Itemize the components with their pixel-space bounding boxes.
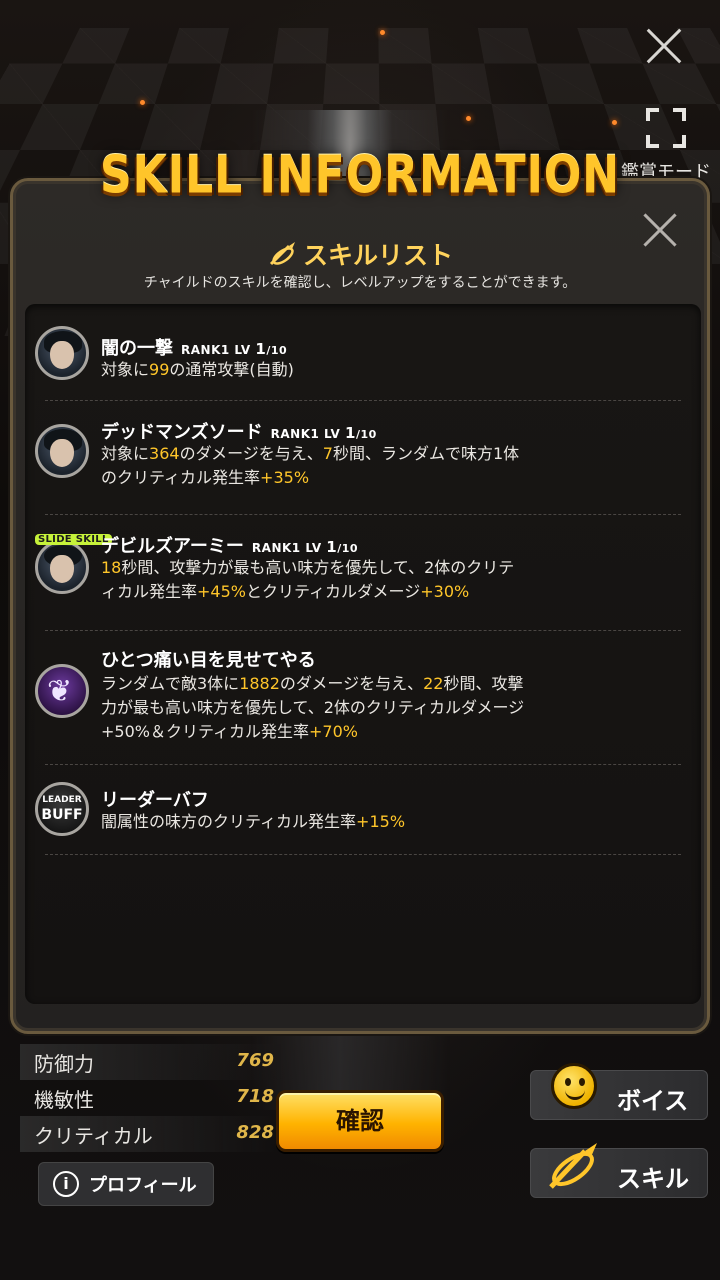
stat-row: クリティカル 828 [20, 1116, 282, 1152]
divider [45, 514, 681, 515]
divider [45, 400, 681, 401]
skill-avatar [35, 326, 89, 380]
voice-button[interactable]: ボイス [530, 1063, 708, 1120]
skill-name: ひとつ痛い目を見せてやる [101, 650, 316, 671]
skill-avatar: ❦ [35, 664, 89, 718]
skill-desc: 対象に99の通常攻撃(自動) [101, 360, 294, 379]
skill-row[interactable]: 闇の一撃 RANK1 LV 1/10 対象に99の通常攻撃(自動) [25, 322, 701, 396]
skill-icon [549, 1143, 597, 1189]
skill-desc: 18秒間、攻撃力が最も高い味方を優先して、2体のクリテ ィカル発生率+45%とクリ… [101, 558, 515, 601]
profile-label: プロフィール [89, 1175, 197, 1196]
skill-row[interactable]: デッドマンズソード RANK1 LV 1/10 対象に364のダメージを与え、7秒… [25, 412, 701, 512]
skill-rank: RANK1 LV 1/10 [181, 340, 288, 358]
voice-label: ボイス [617, 1087, 689, 1115]
skill-avatar [35, 424, 89, 478]
spark [380, 30, 385, 35]
skill-desc: 闇属性の味方のクリティカル発生率+15% [101, 812, 406, 831]
skill-name: リーダーバフ [101, 790, 209, 811]
profile-button[interactable]: i プロフィール [38, 1162, 214, 1206]
skill-desc: 対象に364のダメージを与え、7秒間、ランダムで味方1体 のクリティカル発生率+3… [101, 444, 520, 487]
skill-avatar [35, 540, 89, 594]
stat-row: 機敏性 718 [34, 1086, 274, 1112]
skill-label: スキル [617, 1165, 689, 1193]
divider [45, 854, 681, 855]
spark [140, 100, 145, 105]
fullscreen-icon [646, 108, 686, 148]
skill-list-description: チャイルドのスキルを確認し、レベルアップをすることができます。 [143, 275, 577, 291]
page-title: SKILL INFORMATION [99, 145, 621, 206]
confirm-button[interactable]: 確認 [276, 1090, 444, 1152]
skill-desc: ランダムで敵3体に1882のダメージを与え、22秒間、攻撃 力が最も高い味方を優先… [101, 674, 525, 741]
wing-icon: ❦ [47, 674, 73, 709]
skill-name-row: デビルズアーミー RANK1 LV 1/10 [101, 532, 358, 558]
smile-icon [551, 1063, 597, 1109]
divider [45, 764, 681, 765]
skill-rank: RANK1 LV 1/10 [270, 424, 377, 442]
skill-list-title: スキルリスト [302, 241, 453, 270]
skill-icon [269, 242, 295, 266]
skill-list-heading: スキルリスト [0, 236, 720, 274]
skill-name-row: 闇の一撃 RANK1 LV 1/10 [101, 334, 287, 360]
skill-name: デッドマンズソード [101, 422, 263, 443]
close-icon[interactable] [640, 22, 688, 70]
spark [612, 120, 617, 125]
info-icon: i [53, 1171, 79, 1197]
confirm-label: 確認 [336, 1107, 384, 1135]
stat-row: 防御力 769 [20, 1044, 282, 1080]
skill-rank: RANK1 LV 1/10 [251, 538, 359, 556]
skill-row[interactable]: LEADER BUFF リーダーバフ 闇属性の味方のクリティカル発生率+15% [25, 780, 701, 856]
stats-list: 防御力 769 機敏性 718 クリティカル 828 [20, 1044, 282, 1152]
skill-row[interactable]: ❦ ひとつ痛い目を見せてやる ランダムで敵3体に1882のダメージを与え、22秒… [25, 644, 701, 754]
leader-buff-avatar: LEADER BUFF [35, 782, 89, 836]
skill-row[interactable]: SLIDE SKILL デビルズアーミー RANK1 LV 1/10 18秒間、攻… [25, 526, 701, 626]
divider [45, 630, 681, 631]
skill-information-panel: 闇の一撃 RANK1 LV 1/10 対象に99の通常攻撃(自動) デッドマンズソ… [10, 178, 710, 1034]
skill-name-row: デッドマンズソード RANK1 LV 1/10 [101, 418, 377, 444]
skill-name: デビルズアーミー [101, 536, 244, 557]
skill-button[interactable]: スキル [530, 1143, 708, 1198]
skill-list[interactable]: 闇の一撃 RANK1 LV 1/10 対象に99の通常攻撃(自動) デッドマンズソ… [25, 304, 701, 1004]
skill-name: 闇の一撃 [101, 338, 173, 359]
spark [466, 116, 471, 121]
